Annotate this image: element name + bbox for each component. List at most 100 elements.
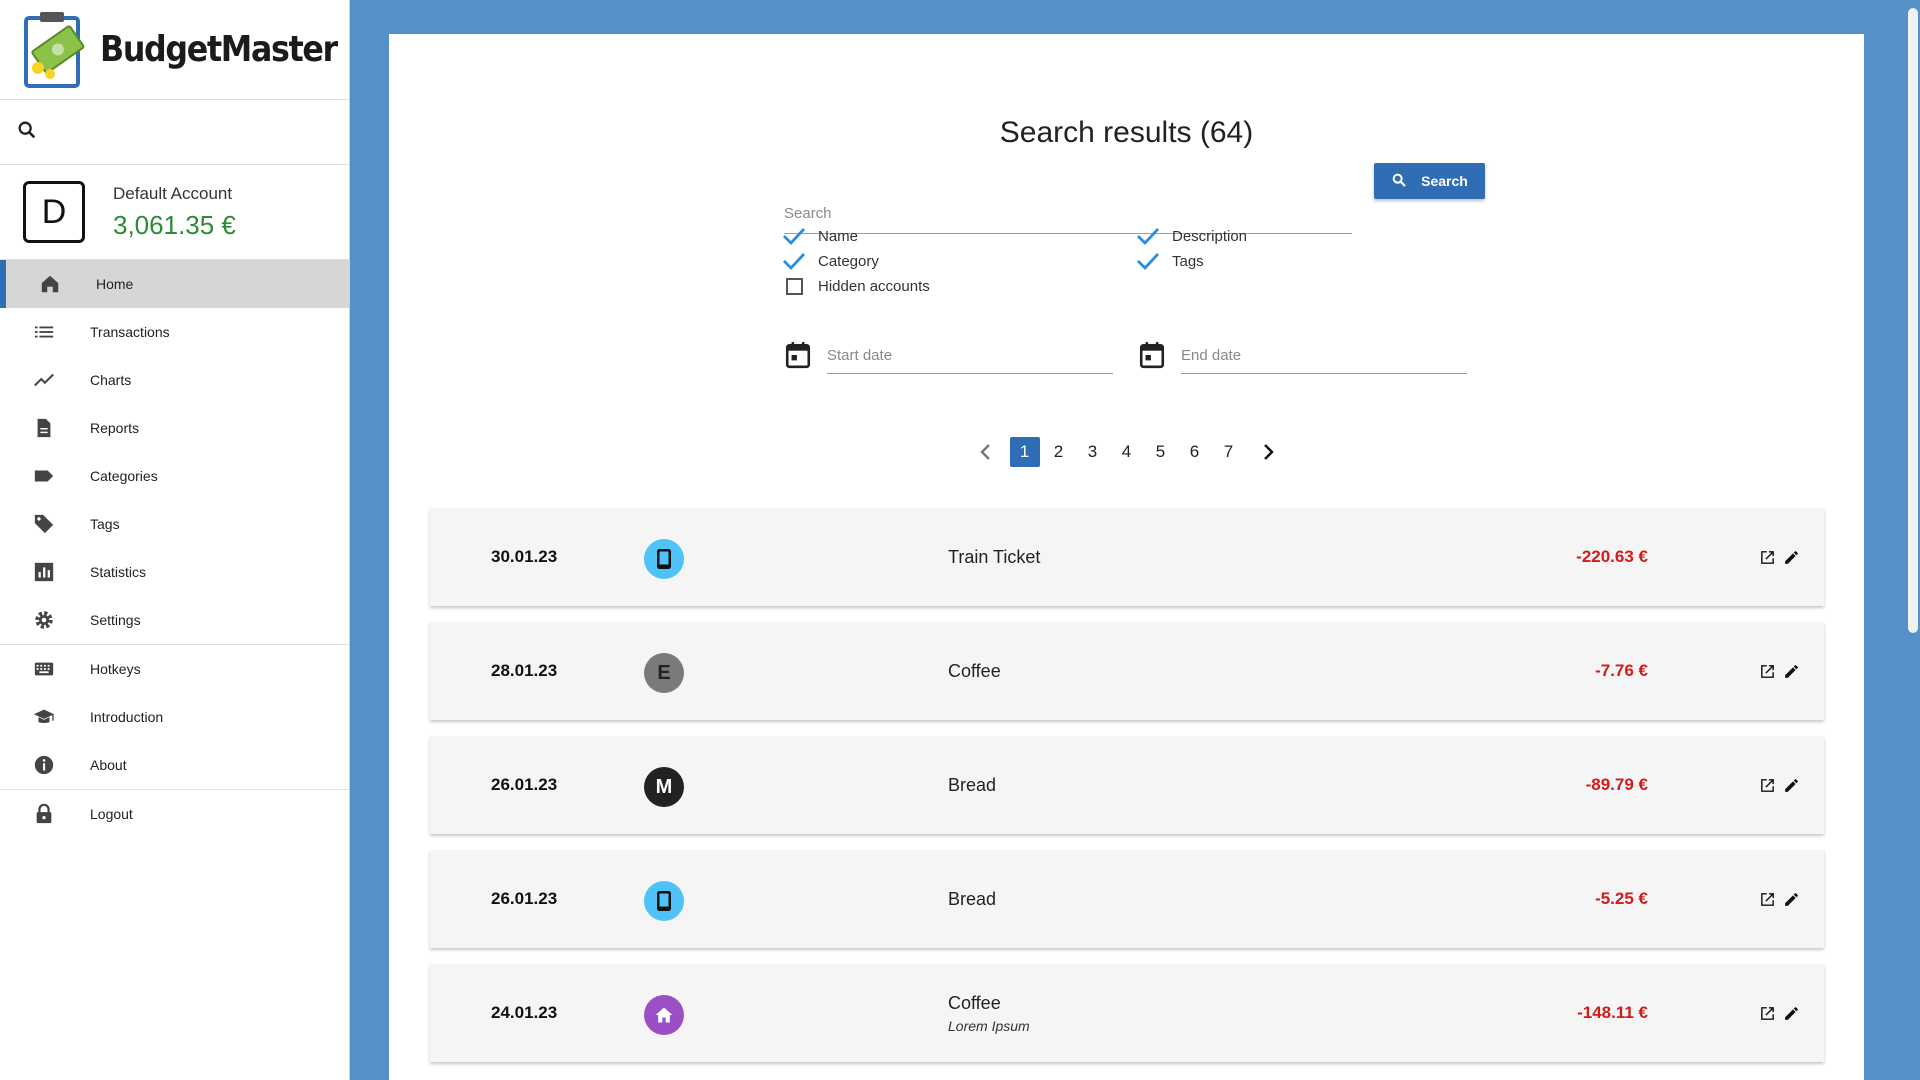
page-button-2[interactable]: 2 xyxy=(1042,437,1076,467)
filter-label: Tags xyxy=(1172,252,1204,270)
document-icon xyxy=(30,416,58,440)
filter-description-checkbox[interactable]: Description xyxy=(1136,226,1247,246)
transaction-amount: -220.63 € xyxy=(1576,547,1648,566)
sidebar-search[interactable] xyxy=(0,100,349,165)
transaction-name: Bread xyxy=(948,774,997,795)
tag-icon xyxy=(30,512,58,536)
search-button-label: Search xyxy=(1421,173,1468,189)
page-button-7[interactable]: 7 xyxy=(1212,437,1246,467)
open-external-icon[interactable] xyxy=(1758,662,1776,680)
search-icon[interactable] xyxy=(16,119,38,146)
transaction-date: 26.01.23 xyxy=(491,775,558,794)
page-button-6[interactable]: 6 xyxy=(1178,437,1212,467)
account-summary[interactable]: D Default Account 3,061.35 € xyxy=(0,165,349,260)
sidebar-item-logout[interactable]: Logout xyxy=(0,790,349,838)
transaction-amount: -89.79 € xyxy=(1585,775,1648,794)
edit-pencil-icon[interactable] xyxy=(1782,548,1800,566)
transaction-date: 24.01.23 xyxy=(491,1003,558,1022)
results-list: 30.01.23 Train Ticket -220.63 € 28.01.23… xyxy=(430,508,1824,1078)
search-button[interactable]: Search xyxy=(1374,163,1485,199)
scrollbar-thumb[interactable] xyxy=(1908,8,1918,633)
list-item[interactable]: 30.01.23 Train Ticket -220.63 € xyxy=(430,508,1824,606)
list-icon xyxy=(30,320,58,344)
sidebar-item-about[interactable]: About xyxy=(0,741,349,789)
sidebar-item-settings[interactable]: Settings xyxy=(0,596,349,644)
category-phone-icon xyxy=(644,539,684,579)
chevron-right-icon[interactable] xyxy=(1246,437,1290,467)
edit-pencil-icon[interactable] xyxy=(1782,776,1800,794)
sidebar-item-label: About xyxy=(90,757,127,773)
sidebar-item-reports[interactable]: Reports xyxy=(0,404,349,452)
edit-pencil-icon[interactable] xyxy=(1782,890,1800,908)
transaction-date: 28.01.23 xyxy=(491,661,558,680)
filter-label: Name xyxy=(818,227,859,245)
account-name: Default Account xyxy=(113,183,233,203)
logo-header[interactable]: BudgetMaster xyxy=(0,0,349,100)
sidebar-item-label: Reports xyxy=(90,420,140,436)
sidebar-nav: Home Transactions Charts Reports Categor… xyxy=(0,260,349,838)
sidebar-item-label: Logout xyxy=(90,806,133,822)
transaction-name: Coffee xyxy=(948,992,1001,1013)
lock-icon xyxy=(30,802,58,826)
keyboard-icon xyxy=(30,657,58,681)
page-button-1[interactable]: 1 xyxy=(1009,437,1040,467)
open-external-icon[interactable] xyxy=(1758,890,1776,908)
open-external-icon[interactable] xyxy=(1758,1004,1776,1022)
calendar-icon[interactable] xyxy=(785,341,811,374)
filter-hidden-accounts-checkbox[interactable]: Hidden accounts xyxy=(782,276,930,296)
start-date-input[interactable] xyxy=(827,338,1113,374)
page-scrollbar[interactable] xyxy=(1902,0,1920,1080)
sidebar-item-label: Home xyxy=(96,276,134,292)
gear-icon xyxy=(30,608,58,632)
sidebar-item-introduction[interactable]: Introduction xyxy=(0,693,349,741)
checkmark-icon xyxy=(1136,251,1160,271)
page-title: Search results (64) xyxy=(999,116,1254,149)
page-button-4[interactable]: 4 xyxy=(1110,437,1144,467)
edit-pencil-icon[interactable] xyxy=(1782,662,1800,680)
filter-category-checkbox[interactable]: Category xyxy=(782,251,879,271)
list-item[interactable]: 24.01.23 Coffee Lorem Ipsum -148.11 € xyxy=(430,964,1824,1062)
page-button-5[interactable]: 5 xyxy=(1144,437,1178,467)
sidebar: BudgetMaster D Default Account 3,061.35 … xyxy=(0,0,350,1080)
filter-tags-checkbox[interactable]: Tags xyxy=(1136,251,1204,271)
sidebar-item-charts[interactable]: Charts xyxy=(0,356,349,404)
category-home-icon xyxy=(644,995,684,1035)
sidebar-item-statistics[interactable]: Statistics xyxy=(0,548,349,596)
sidebar-item-home[interactable]: Home xyxy=(0,260,349,308)
search-input[interactable] xyxy=(784,194,1352,234)
budgetmaster-logo-icon xyxy=(22,10,86,90)
edit-pencil-icon[interactable] xyxy=(1782,1004,1800,1022)
calendar-icon[interactable] xyxy=(1139,341,1165,374)
account-avatar: D xyxy=(23,181,85,243)
category-letter-icon: M xyxy=(644,767,684,807)
filter-name-checkbox[interactable]: Name xyxy=(782,226,858,246)
transaction-amount: -7.76 € xyxy=(1595,661,1648,680)
sidebar-item-tags[interactable]: Tags xyxy=(0,500,349,548)
end-date-input[interactable] xyxy=(1181,338,1467,374)
sidebar-item-transactions[interactable]: Transactions xyxy=(0,308,349,356)
open-external-icon[interactable] xyxy=(1758,776,1776,794)
sidebar-item-label: Charts xyxy=(90,372,132,388)
chevron-left-icon[interactable] xyxy=(964,437,1008,467)
sidebar-item-categories[interactable]: Categories xyxy=(0,452,349,500)
open-external-icon[interactable] xyxy=(1758,548,1776,566)
search-icon xyxy=(1391,172,1407,191)
page-button-3[interactable]: 3 xyxy=(1076,437,1110,467)
list-item[interactable]: 28.01.23 E Coffee -7.76 € xyxy=(430,622,1824,720)
checkmark-icon xyxy=(782,226,806,246)
account-balance: 3,061.35 € xyxy=(113,209,236,240)
category-phone-icon xyxy=(644,881,684,921)
sidebar-item-label: Tags xyxy=(90,516,120,532)
category-letter-icon: E xyxy=(644,653,684,693)
search-results-card: Search results (64) Search Name Descript… xyxy=(389,34,1864,1080)
filter-label: Hidden accounts xyxy=(818,277,930,295)
sidebar-item-label: Transactions xyxy=(90,324,170,340)
transaction-name: Coffee xyxy=(948,660,1001,681)
sidebar-item-hotkeys[interactable]: Hotkeys xyxy=(0,645,349,693)
list-item[interactable]: 26.01.23 Bread -5.25 € xyxy=(430,850,1824,948)
bar-chart-icon xyxy=(30,560,58,584)
transaction-amount: -5.25 € xyxy=(1595,889,1648,908)
transaction-date: 30.01.23 xyxy=(491,547,558,566)
list-item[interactable]: 26.01.23 M Bread -89.79 € xyxy=(430,736,1824,834)
checkmark-icon xyxy=(1136,226,1160,246)
